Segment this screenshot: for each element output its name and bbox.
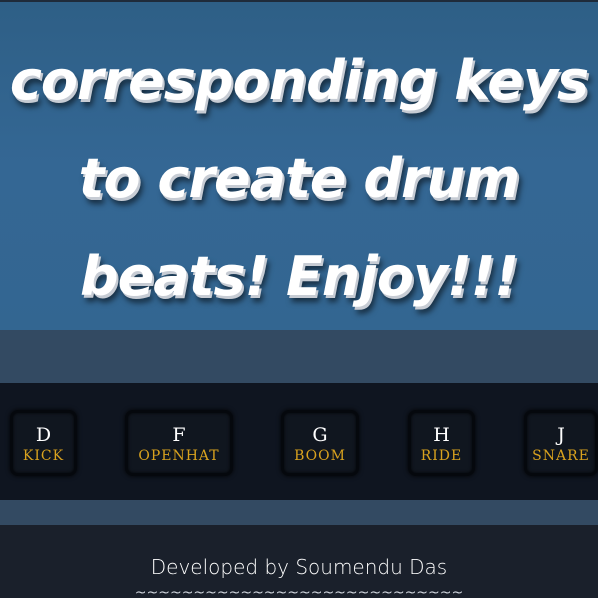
footer-divider: ~~~~~~~~~~~~~~~~~~~~~~~~~~~~ bbox=[134, 585, 464, 598]
key-letter: F bbox=[172, 424, 186, 446]
key-letter: G bbox=[312, 424, 328, 446]
key-sound-label: BOOM bbox=[294, 448, 346, 464]
drum-key-boom[interactable]: G BOOM bbox=[281, 410, 359, 476]
drum-key-snare[interactable]: J SNARE bbox=[524, 410, 598, 476]
key-sound-label: SNARE bbox=[532, 448, 590, 464]
drum-key-ride[interactable]: H RIDE bbox=[408, 410, 475, 476]
drum-key-kick[interactable]: D KICK bbox=[10, 410, 77, 476]
hero-section: corresponding keys to create drum beats! E… bbox=[0, 0, 598, 330]
drum-kit-page: corresponding keys to create drum beats! E… bbox=[0, 0, 598, 598]
key-letter: H bbox=[433, 424, 450, 446]
hero-instructions: corresponding keys to create drum beats! E… bbox=[0, 32, 598, 326]
separator-band-top bbox=[0, 330, 598, 383]
drum-key-openhat[interactable]: F OPENHAT bbox=[125, 410, 233, 476]
key-sound-label: OPENHAT bbox=[138, 448, 220, 464]
key-sound-label: RIDE bbox=[420, 448, 463, 464]
key-letter: D bbox=[35, 424, 52, 446]
developer-credit: Developed by Soumendu Das bbox=[150, 555, 448, 579]
key-sound-label: KICK bbox=[22, 448, 65, 464]
key-letter: J bbox=[557, 424, 565, 446]
hero-line-1: corresponding keys bbox=[9, 49, 589, 112]
hero-line-2: to create drum bbox=[78, 147, 521, 210]
hero-line-3: beats! Enjoy!!! bbox=[79, 245, 519, 308]
separator-band-bottom bbox=[0, 500, 598, 525]
